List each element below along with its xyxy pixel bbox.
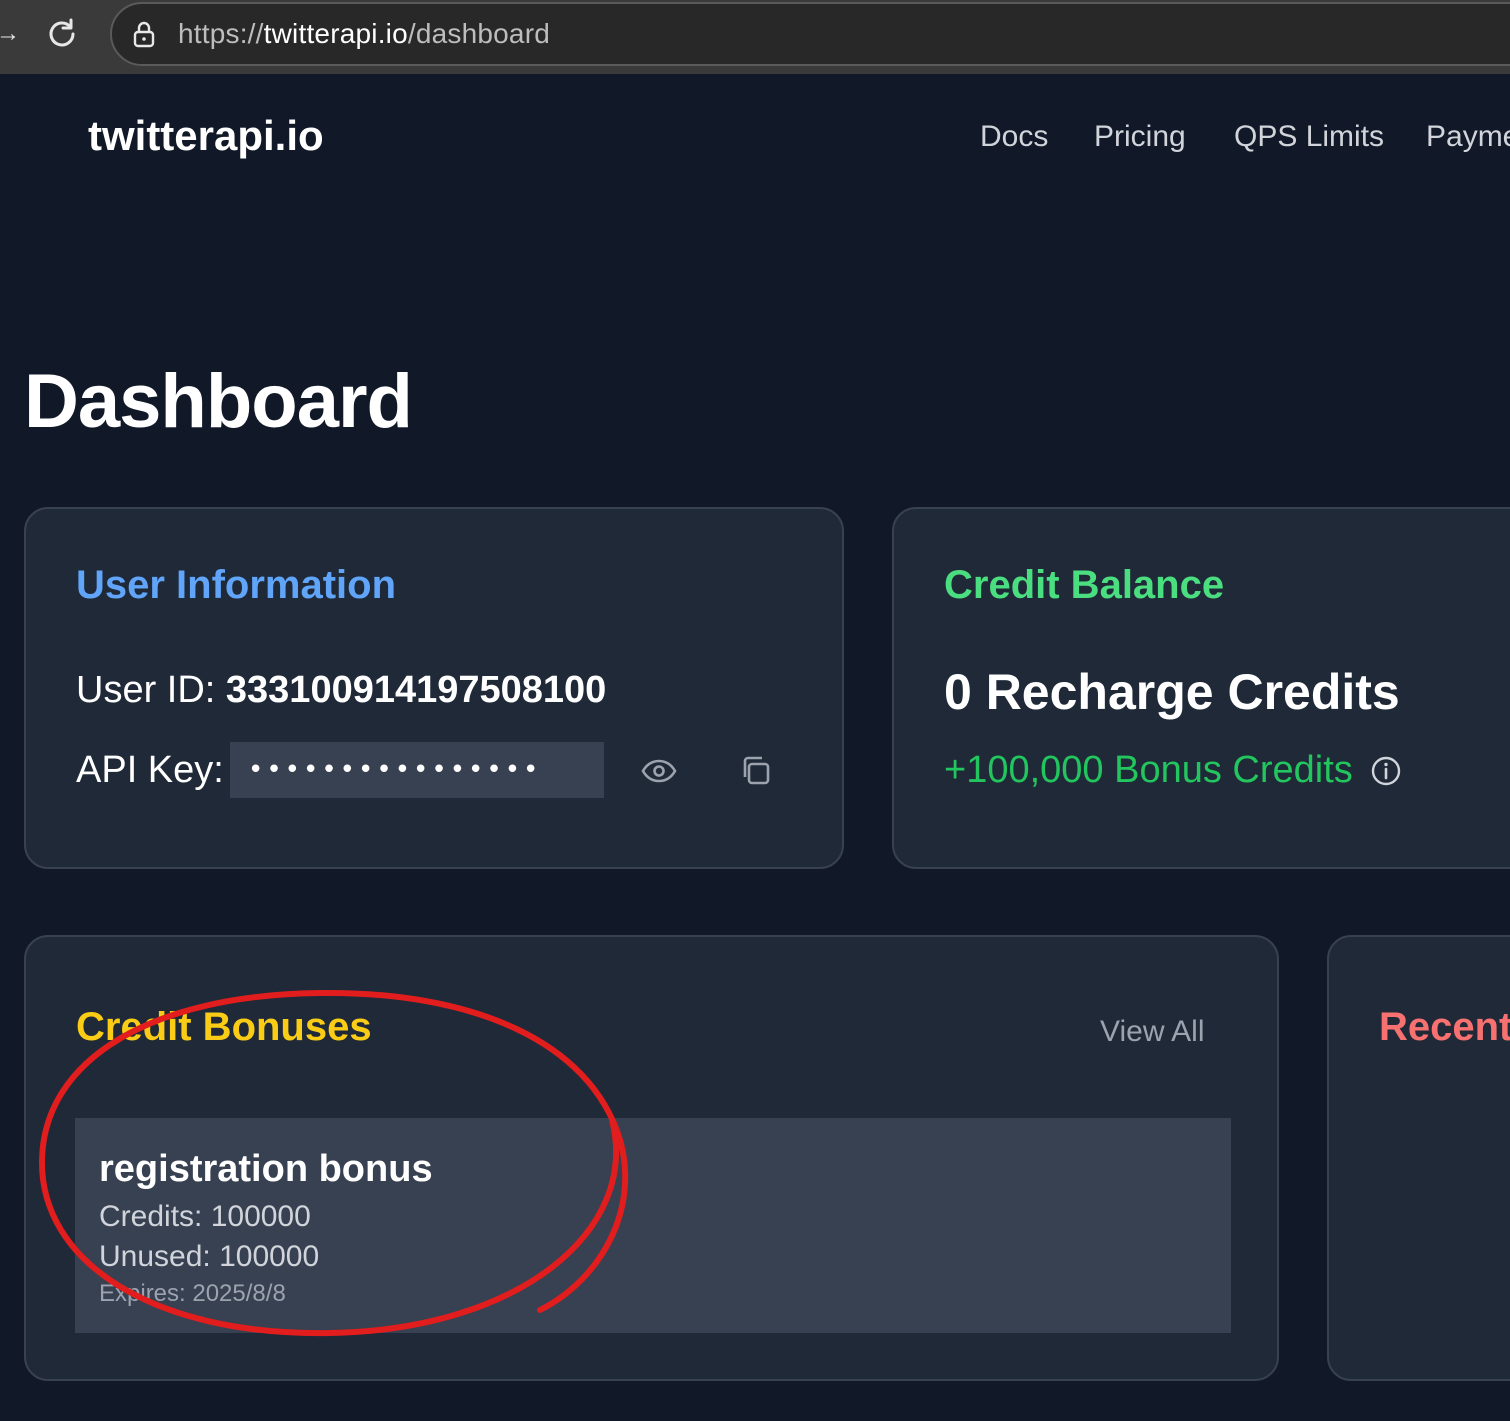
back-arrow-icon[interactable]: → xyxy=(0,20,20,48)
user-id-row: User ID: 333100914197508100 xyxy=(76,669,606,712)
user-info-title: User Information xyxy=(76,563,397,607)
credit-balance-card: Credit Balance 0 Recharge Credits +100,0… xyxy=(892,507,1510,869)
nav-link-docs[interactable]: Docs xyxy=(980,120,1048,154)
lock-icon[interactable] xyxy=(130,20,158,48)
bonus-list-item: registration bonus Credits: 100000 Unuse… xyxy=(75,1118,1231,1333)
url-host: twitterapi.io xyxy=(263,18,408,49)
user-id-label: User ID: xyxy=(76,669,226,711)
address-bar[interactable]: https://twitterapi.io/dashboard xyxy=(110,2,1510,66)
bonus-credits: +100,000 Bonus Credits xyxy=(944,749,1353,791)
credit-bonuses-card: Credit Bonuses View All registration bon… xyxy=(24,935,1279,1381)
bonus-name: registration bonus xyxy=(99,1148,433,1190)
url-scheme: https:// xyxy=(178,18,264,49)
page-title: Dashboard xyxy=(24,359,413,444)
nav-link-payment[interactable]: Payme xyxy=(1426,120,1510,154)
bonus-unused-amount: Unused: 100000 xyxy=(99,1240,320,1273)
reload-icon[interactable] xyxy=(42,14,82,54)
page: → https://twitterapi.io/dashboard twitte… xyxy=(0,0,1510,1421)
browser-toolbar: → https://twitterapi.io/dashboard xyxy=(0,0,1510,74)
credit-bonuses-title: Credit Bonuses xyxy=(76,1005,372,1049)
recharge-credits: 0 Recharge Credits xyxy=(944,664,1400,720)
url-path: /dashboard xyxy=(407,18,550,49)
user-info-card: User Information User ID: 33310091419750… xyxy=(24,507,844,869)
api-key-field[interactable] xyxy=(230,742,604,798)
user-id-value: 333100914197508100 xyxy=(225,669,607,711)
bonus-credits-amount: Credits: 100000 xyxy=(99,1200,311,1233)
info-icon[interactable] xyxy=(1370,755,1402,787)
nav-link-pricing[interactable]: Pricing xyxy=(1094,120,1186,154)
eye-icon[interactable] xyxy=(638,751,680,791)
recent-title: Recent xyxy=(1379,1005,1510,1049)
copy-icon[interactable] xyxy=(736,751,776,791)
recent-card: Recent xyxy=(1327,935,1510,1381)
bonus-expiry-date: Expires: 2025/8/8 xyxy=(99,1280,286,1307)
url-text: https://twitterapi.io/dashboard xyxy=(178,18,550,50)
view-all-link[interactable]: View All xyxy=(1100,1015,1205,1049)
logo[interactable]: twitterapi.io xyxy=(88,112,324,160)
api-key-label: API Key: xyxy=(76,749,224,791)
credit-balance-title: Credit Balance xyxy=(944,563,1225,607)
nav-link-qps-limits[interactable]: QPS Limits xyxy=(1234,120,1384,154)
